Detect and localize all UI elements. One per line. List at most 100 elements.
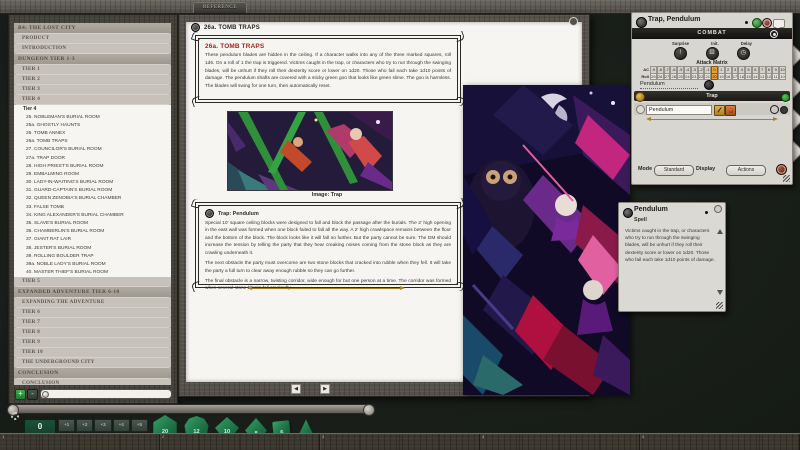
toc-row[interactable]: INTRODUCTION <box>14 44 171 53</box>
matrix-roll-cell[interactable]: 12 <box>766 73 773 81</box>
toc-row[interactable]: Tier 4 <box>14 105 171 114</box>
matrix-roll-cell[interactable]: 25 <box>677 73 684 81</box>
artwork-window[interactable] <box>463 85 630 395</box>
toc-row[interactable]: DUNGEON TIER 1-3 <box>14 54 171 64</box>
toc-row[interactable]: 35. SLAVE'S BURIAL ROOM <box>14 220 171 228</box>
toc-row[interactable]: TIER 7 <box>14 318 171 327</box>
chat-bubble-icon[interactable] <box>773 19 785 28</box>
matrix-roll-cell[interactable]: 29 <box>650 73 657 81</box>
toc-row[interactable]: 40. MASTER THIEF'S BURIAL ROOM <box>14 269 171 277</box>
toc-row[interactable]: 39. ROLLING BOULDER TRAP <box>14 253 171 261</box>
toc-row[interactable]: 25a. GHOSTLY HAUNTS <box>14 122 171 130</box>
toc-row[interactable]: 39a. NOBLE LADY'S BURIAL ROOM <box>14 261 171 269</box>
toc-row[interactable]: 30. LADY-IN-WAITING'S BURIAL ROOM <box>14 179 171 187</box>
display-actions-button[interactable]: Actions <box>726 165 766 176</box>
matrix-roll-cell[interactable]: 22 <box>698 73 705 81</box>
mode-standard-button[interactable]: Standard <box>654 165 694 176</box>
collapse-all-button[interactable]: - <box>27 389 38 400</box>
toc-row[interactable]: PRODUCT <box>14 34 171 43</box>
matrix-roll-cell[interactable]: 16 <box>738 73 745 81</box>
story-link-icon[interactable] <box>191 23 200 32</box>
toc-row[interactable]: TIER 1 <box>14 65 171 74</box>
entry-options-button[interactable] <box>780 106 788 114</box>
toc-row[interactable]: 36. CHAMBERLIN'S BURIAL ROOM <box>14 228 171 236</box>
matrix-roll-cell[interactable]: 15 <box>745 73 752 81</box>
toc-row[interactable]: 26. TOMB ANNEX <box>14 130 171 138</box>
matrix-roll-cell[interactable]: 19 <box>718 73 725 81</box>
toc-row[interactable]: TIER 10 <box>14 348 171 357</box>
toc-row[interactable]: TIER 4 <box>14 95 171 104</box>
lock-button[interactable] <box>776 164 787 175</box>
toc-row[interactable]: 27a. TRAP DOOR <box>14 155 171 163</box>
gear-icon[interactable] <box>11 412 19 420</box>
resize-grip[interactable] <box>716 302 723 309</box>
trap-image[interactable] <box>227 111 393 191</box>
toc-row[interactable]: TIER 3 <box>14 85 171 94</box>
matrix-roll-cell[interactable]: 17 <box>732 73 739 81</box>
modifier-plus-button[interactable]: +3 <box>94 419 111 432</box>
token-indicator-icon[interactable] <box>762 18 772 28</box>
window-control-knob[interactable] <box>569 17 578 26</box>
window-knob-icon[interactable] <box>636 17 647 28</box>
toc-row[interactable]: 38. JESTER'S BURIAL ROOM <box>14 245 171 253</box>
prev-page-button[interactable]: ◀ <box>291 384 301 394</box>
trap-name-field[interactable]: Pendulum <box>640 80 698 89</box>
toc-row[interactable]: 26a. TOMB TRAPS <box>14 138 171 146</box>
toc-row[interactable]: TIER 8 <box>14 328 171 337</box>
target-ring-icon[interactable] <box>770 105 779 114</box>
combat-action-button[interactable]: ! <box>674 47 687 60</box>
modifier-plus-button[interactable]: +2 <box>76 419 93 432</box>
entry-name-input[interactable]: Pendulum <box>646 105 712 115</box>
filter-input[interactable] <box>40 389 172 399</box>
init-die-button[interactable] <box>704 80 714 90</box>
fold-down-icon[interactable] <box>717 290 723 295</box>
matrix-roll-cell[interactable]: 28 <box>657 73 664 81</box>
toc-row[interactable]: 34. KING ALEXANDER'S BURIAL CHAMBER <box>14 212 171 220</box>
damage-roll-button[interactable] <box>725 105 736 116</box>
matrix-roll-cell[interactable]: 24 <box>684 73 691 81</box>
hotkey-slot[interactable]: 3 <box>320 434 480 450</box>
toc-row[interactable]: 33. FALSE TOMB <box>14 204 171 212</box>
toc-row[interactable]: TIER 5 <box>14 277 171 286</box>
matrix-roll-cell[interactable]: 23 <box>691 73 698 81</box>
reference-window-tab[interactable]: REFERENCE <box>193 2 247 13</box>
hotkey-slot[interactable]: 2 <box>160 434 320 450</box>
toc-row[interactable]: 37. GIANT RAT LAIR <box>14 236 171 244</box>
combat-radio-icon[interactable] <box>770 30 778 38</box>
hotkey-slot[interactable]: 4 <box>480 434 640 450</box>
toc-row[interactable]: 32. QUEEN ZENOBIA'S BURIAL CHAMBER <box>14 195 171 203</box>
add-entry-button[interactable] <box>781 93 790 102</box>
combat-action-button[interactable]: ⚄ <box>706 47 719 60</box>
toc-row[interactable]: B4: THE LOST CITY <box>14 23 171 33</box>
share-indicator-icon[interactable] <box>752 18 762 28</box>
next-page-button[interactable]: ▶ <box>320 384 330 394</box>
attack-roll-button[interactable] <box>714 105 725 116</box>
modifier-plus-button[interactable]: +5 <box>131 419 148 432</box>
toc-row[interactable]: CONCLUSION <box>14 379 171 385</box>
matrix-roll-cell[interactable]: 20 <box>711 73 718 81</box>
matrix-roll-cell[interactable]: 11 <box>772 73 779 81</box>
toc-row[interactable]: TIER 6 <box>14 308 171 317</box>
expand-all-button[interactable]: + <box>15 389 26 400</box>
hotkey-slot[interactable]: 5 <box>640 434 800 450</box>
toc-row[interactable]: EXPANDED ADVENTURE TIER 6-10 <box>14 287 171 297</box>
matrix-roll-cell[interactable]: 13 <box>759 73 766 81</box>
toc-row[interactable]: 29. EMBALMING ROOM <box>14 171 171 179</box>
modifier-plus-button[interactable]: +4 <box>113 419 130 432</box>
combat-action-button[interactable]: ◷ <box>737 47 750 60</box>
matrix-roll-cell[interactable]: 10 <box>779 73 786 81</box>
matrix-roll-cell[interactable]: 14 <box>752 73 759 81</box>
matrix-roll-cell[interactable]: 18 <box>725 73 732 81</box>
matrix-roll-cell[interactable]: 26 <box>670 73 677 81</box>
matrix-roll-cell[interactable]: 27 <box>664 73 671 81</box>
fold-up-icon[interactable] <box>717 229 723 234</box>
toc-row[interactable]: 28. HIGH PRIEST'S BURIAL ROOM <box>14 163 171 171</box>
toc-row[interactable]: TIER 2 <box>14 75 171 84</box>
toc-row[interactable]: EXPANDING THE ADVENTURE <box>14 298 171 307</box>
toc-row[interactable]: 31. GUARD-CAPTAIN'S BURIAL ROOM <box>14 187 171 195</box>
entry-bullet-icon[interactable] <box>636 105 645 114</box>
modifier-plus-button[interactable]: +1 <box>58 419 75 432</box>
toc-row[interactable]: 27. COUNCILOR'S BURIAL ROOM <box>14 146 171 154</box>
tip-link-icon[interactable] <box>205 209 214 218</box>
toc-row[interactable]: 25. NOBLEMAN'S BURIAL ROOM <box>14 114 171 122</box>
